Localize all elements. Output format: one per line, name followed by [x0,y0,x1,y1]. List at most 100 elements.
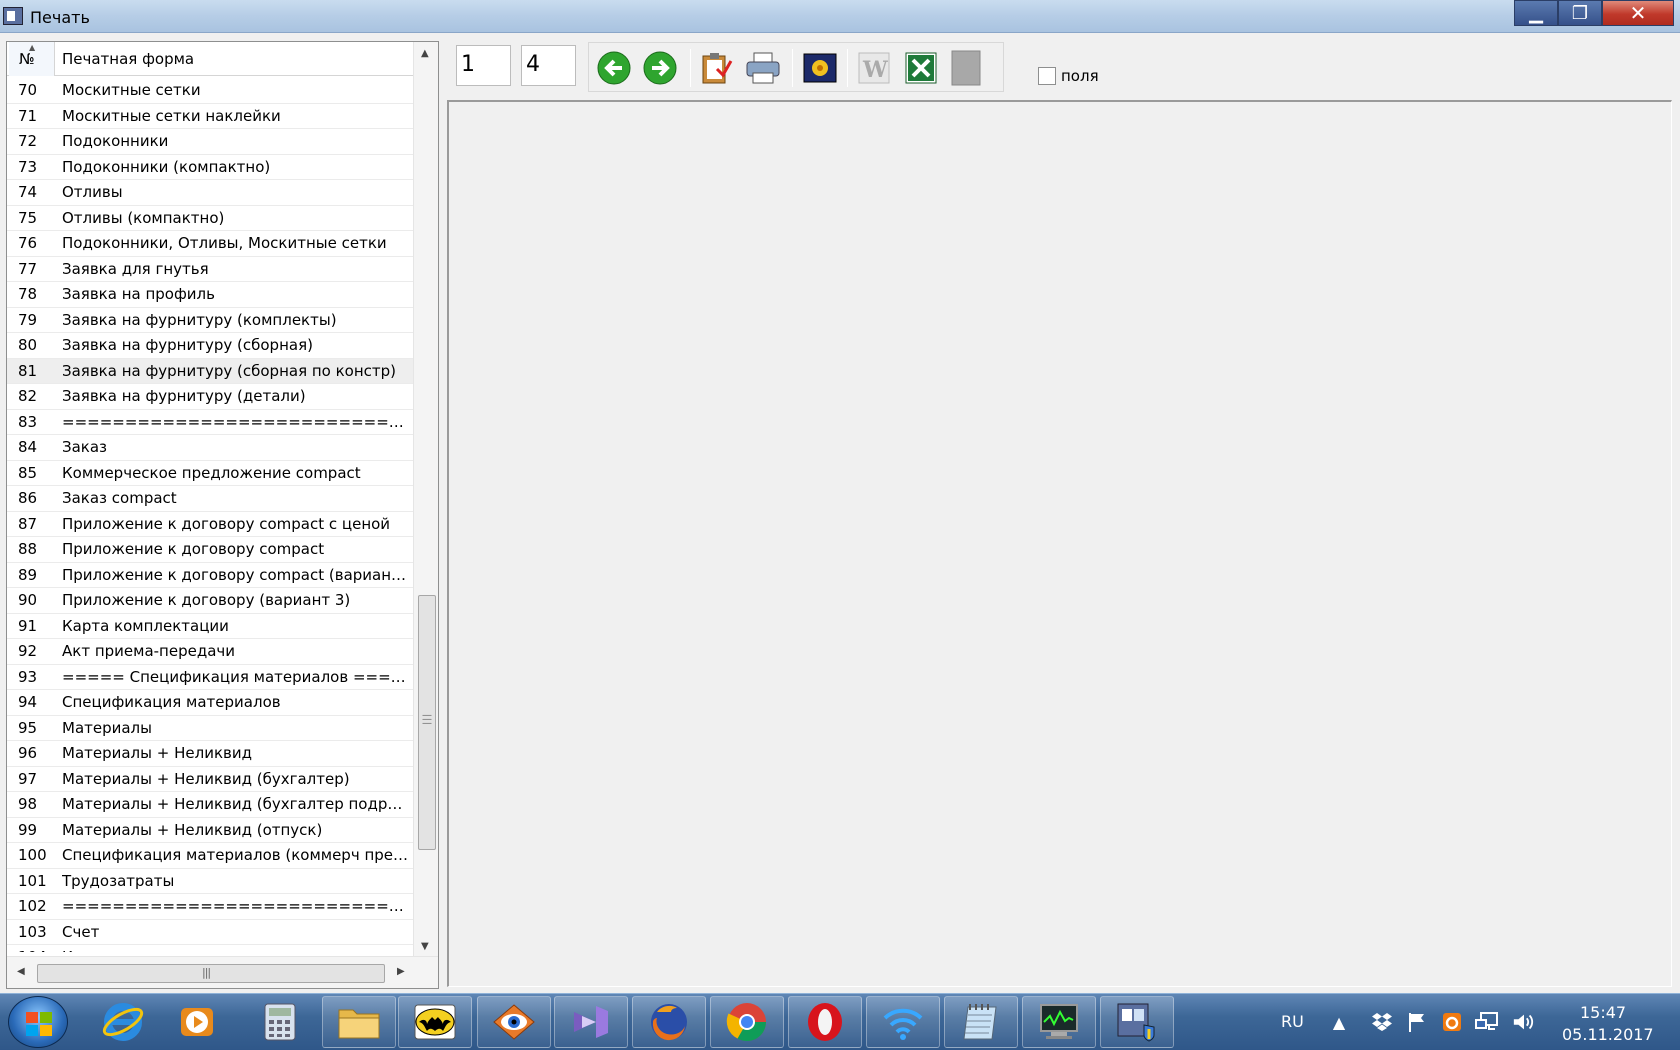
fields-checkbox[interactable] [1038,67,1056,85]
clipboard-button[interactable] [697,50,735,86]
list-item[interactable]: 81 Заявка на фурнитуру (сборная по констр… [7,358,413,384]
list-item[interactable]: 90 Приложение к договору (вариант 3) [7,588,413,614]
clock-time[interactable]: 15:47 [1580,1003,1626,1022]
list-item[interactable]: 82 Заявка на фурнитуру (детали) [7,384,413,410]
taskbar-firefox[interactable] [632,996,706,1048]
list-item[interactable]: 76 Подоконники, Отливы, Москитные сетки [7,231,413,257]
taskbar-batman-app[interactable] [398,996,472,1048]
list-item[interactable]: 96 Материалы + Неликвид [7,741,413,767]
taskbar-file-explorer[interactable] [322,996,396,1048]
print-button[interactable] [744,50,782,86]
close-button[interactable]: ✕ [1602,0,1674,26]
taskbar-opera[interactable] [788,996,862,1048]
print-form-list[interactable]: ▲ № Печатная форма 70 Москитные сетки 71 Мо… [6,41,439,989]
maximize-button[interactable]: ❐ [1558,0,1602,26]
taskbar-visual-studio[interactable] [554,996,628,1048]
list-item-name: Заявка на фурнитуру (сборная) [62,336,313,355]
list-item[interactable]: 88 Приложение к договору compact [7,537,413,563]
excel-export-button[interactable] [902,50,940,86]
list-item[interactable]: 100 Спецификация материалов (коммерч пред… [7,843,413,869]
list-item[interactable]: 103 Счет [7,920,413,945]
list-item[interactable]: 102 ============================ [7,894,413,920]
scroll-up-arrow-icon[interactable]: ▲ [421,48,429,59]
list-item[interactable]: 84 Заказ [7,435,413,461]
taskbar-media-player[interactable] [160,996,234,1048]
list-item[interactable]: 89 Приложение к договору compact (вариант… [7,563,413,588]
column-header-number[interactable]: ▲ № [9,42,55,76]
tray-dropbox[interactable] [1370,1010,1394,1034]
flag-icon [1409,1013,1424,1032]
taskbar-chrome[interactable] [710,996,784,1048]
list-item[interactable]: 72 Подоконники [7,129,413,155]
list-item[interactable]: 83 ============================ [7,410,413,435]
list-item[interactable]: 95 Материалы [7,716,413,741]
list-item[interactable]: 79 Заявка на фурнитуру (комплекты) [7,308,413,333]
taskbar-active-app[interactable] [1100,996,1174,1048]
language-indicator[interactable]: RU [1281,1012,1304,1031]
list-item[interactable]: 101 Трудозатраты [7,869,413,894]
minimize-button[interactable]: ▁ [1514,0,1558,26]
list-item[interactable]: 73 Подоконники (компактно) [7,155,413,180]
taskbar-monitor-app[interactable] [1022,996,1096,1048]
list-item[interactable]: 71 Москитные сетки наклейки [7,104,413,129]
internet-explorer-icon [102,1003,144,1041]
image-export-button[interactable] [801,50,839,86]
horizontal-scroll-thumb[interactable]: ||| [37,964,385,983]
list-item-number: 94 [18,693,38,712]
show-hidden-icons-button[interactable]: ▲ [1327,1010,1351,1034]
list-item[interactable]: 74 Отливы [7,180,413,206]
list-item-number: 100 [18,846,47,865]
scroll-down-arrow-icon[interactable]: ▼ [421,941,429,952]
word-icon: W [858,52,890,84]
windows-logo-icon [26,1012,52,1036]
tray-network[interactable] [1475,1010,1499,1034]
list-item-name: Подоконники (компактно) [62,157,271,176]
vertical-scrollbar[interactable]: ▲ — — — ▼ [413,42,438,956]
taskbar-internet-explorer[interactable] [86,996,160,1048]
disabled-button[interactable] [947,50,985,86]
list-item[interactable]: 77 Заявка для гнутья [7,257,413,282]
list-item[interactable]: 93 ===== Спецификация материалов ===== [7,665,413,690]
tray-avast[interactable] [1440,1010,1464,1034]
taskbar-wifi-app[interactable] [866,996,940,1048]
taskbar-eye-viewer[interactable] [477,996,551,1048]
list-item[interactable]: 78 Заявка на профиль [7,282,413,308]
tray-volume[interactable] [1512,1010,1536,1034]
forward-button[interactable] [641,50,679,86]
list-item-name: Москитные сетки наклейки [62,106,281,125]
back-button[interactable] [595,50,633,86]
scroll-right-arrow-icon[interactable]: ▶ [397,966,405,977]
list-item[interactable]: 91 Карта комплектации [7,614,413,639]
list-item[interactable]: 87 Приложение к договору compact с ценой [7,512,413,537]
word-export-button[interactable]: W [855,50,893,86]
list-item[interactable]: 70 Москитные сетки [7,78,413,104]
network-icon [1475,1012,1498,1030]
clipboard-icon [702,53,733,84]
list-item-number: 104 [7,948,62,952]
list-item[interactable]: 98 Материалы + Неликвид (бухгалтер подроб… [7,792,413,818]
page-from-input[interactable]: 1 [456,45,511,86]
column-header-name[interactable]: Печатная форма [62,50,194,68]
start-button[interactable] [8,996,68,1048]
blank-icon [951,50,981,86]
notepad-icon [963,1004,997,1040]
list-item[interactable]: 80 Заявка на фурнитуру (сборная) [7,333,413,359]
print-preview-area[interactable] [447,100,1672,987]
taskbar-calculator[interactable] [243,996,317,1048]
list-item[interactable]: 86 Заказ compact [7,486,413,512]
vertical-scroll-thumb[interactable]: — — — [418,595,436,850]
horizontal-scrollbar[interactable]: ◀ ||| ▶ [7,956,438,988]
clock-date[interactable]: 05.11.2017 [1562,1025,1654,1044]
page-to-input[interactable]: 4 [521,45,576,86]
list-item[interactable]: 97 Материалы + Неликвид (бухгалтер) [7,767,413,792]
list-item[interactable]: 92 Акт приема-передачи [7,639,413,665]
list-item[interactable]: 94 Спецификация материалов [7,690,413,716]
list-item-name: Подоконники [62,132,169,151]
scroll-left-arrow-icon[interactable]: ◀ [17,966,25,977]
taskbar-notepad[interactable] [944,996,1018,1048]
list-item[interactable]: 75 Отливы (компактно) [7,206,413,231]
tray-action-center[interactable] [1405,1010,1429,1034]
list-item[interactable]: 104Калькуляция [7,945,413,952]
list-item[interactable]: 99 Материалы + Неликвид (отпуск) [7,818,413,843]
list-item[interactable]: 85 Коммерческое предложение compact [7,461,413,486]
